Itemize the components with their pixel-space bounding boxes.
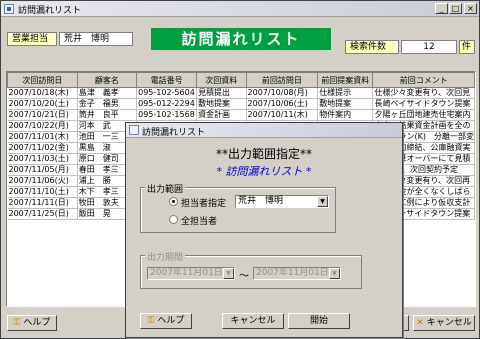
table-cell: 2007/11/02(金) (7, 142, 78, 154)
col-customer[interactable]: 顧客名 (76, 72, 138, 88)
table-cell: 2007/11/01(木) (7, 131, 78, 143)
table-cell: 2007/10/11(木) (246, 109, 319, 121)
rep-select-value: 荒井 博明 (238, 196, 284, 206)
table-cell: 095-102-1568 (136, 109, 198, 121)
output-range-dialog: 訪問漏れリスト **出力範囲指定** * 訪問漏れリスト * 出力範囲 担当者指… (125, 122, 403, 338)
output-range-group: 出力範囲 担当者指定 荒井 博明 ▼ 全担当者 (140, 182, 336, 233)
key-icon: ⚿ (147, 316, 155, 326)
date-separator: 〜 (239, 271, 249, 282)
start-label: 開始 (309, 316, 328, 326)
table-cell: 見積提出 (196, 87, 247, 99)
rep-name: 荒井 博明 (59, 32, 133, 46)
table-cell: 2007/10/21(日) (7, 109, 78, 121)
table-cell: 仕様提示 (317, 87, 374, 99)
count-label: 検索件数 (345, 40, 399, 54)
table-cell: 敷地提案 (317, 98, 374, 110)
table-cell: 2007/10/18(木) (7, 87, 78, 99)
table-cell: 長崎ベイサイドタウン提案 (372, 98, 475, 110)
table-cell: 095-012-2294 (136, 98, 198, 110)
start-button[interactable]: 開始 (288, 313, 350, 329)
col-prev-comment[interactable]: 前回コメント (372, 72, 475, 88)
app-icon (4, 4, 14, 14)
col-next-doc[interactable]: 次回資料 (196, 72, 247, 88)
dialog-heading: **出力範囲指定** (215, 147, 312, 161)
date-from-value: 2007年11月01日 (150, 268, 223, 278)
radio-rep[interactable] (169, 197, 178, 206)
col-prev-visit[interactable]: 前回訪問日 (245, 72, 319, 88)
dialog-cancel-label: キャンセル (230, 316, 276, 326)
table-cell: 2007/11/06(火) (7, 175, 78, 187)
chevron-down-icon[interactable]: ▼ (317, 196, 328, 207)
table-cell: 2007/11/11(日) (7, 197, 78, 209)
table-cell: 2007/11/03(土) (7, 153, 78, 165)
close-button[interactable]: × (464, 3, 477, 14)
help-button[interactable]: ⚿ ヘルプ (7, 315, 57, 331)
radio-all[interactable] (169, 215, 178, 224)
table-cell: 筒井 良平 (77, 109, 138, 121)
table-cell: 2007/11/25(日) (7, 208, 78, 220)
dialog-help-button[interactable]: ⚿ ヘルプ (140, 313, 192, 329)
minimize-button[interactable]: _ (435, 3, 448, 14)
table-cell: 仕様少々変更有り、次回見 (372, 87, 475, 99)
table-cell: 島津 義孝 (77, 87, 138, 99)
output-period-group: 出力期間 2007年11月01日 ▼ 〜 2007年11月01日 ▼ (140, 250, 362, 289)
rep-label: 営業担当 (7, 32, 57, 46)
dialog-title: 訪問漏れリスト (142, 128, 206, 138)
dialog-subheading: * 訪問漏れリスト * (216, 165, 312, 178)
window-title: 訪問漏れリスト (18, 6, 82, 16)
radio-rep-label: 担当者指定 (181, 199, 227, 209)
table-row[interactable]: 2007/10/20(土) 金子 福男 095-012-2294 敷地提案 2007/1… (7, 98, 475, 110)
table-cell: 敷地提案 (196, 98, 247, 110)
page-title-banner: 訪問漏れリスト (151, 28, 331, 50)
col-prev-doc[interactable]: 前回提案資料 (317, 72, 374, 88)
table-row[interactable]: 2007/10/18(木) 島津 義孝 095-102-5604 見積提出 2007/1… (7, 87, 475, 99)
col-next-visit[interactable]: 次回訪問日 (7, 72, 78, 88)
close-icon: ✕ (416, 318, 424, 328)
col-phone[interactable]: 電話番号 (136, 72, 198, 88)
date-from-select[interactable]: 2007年11月01日 ▼ (147, 267, 235, 280)
table-cell: 2007/10/08(月) (246, 87, 319, 99)
table-cell: 物件案内 (317, 109, 374, 121)
count-unit: 件 (459, 40, 475, 54)
dialog-icon (129, 125, 139, 135)
dialog-help-label: ヘルプ (157, 316, 185, 326)
count-value: 12 (401, 40, 457, 54)
dialog-cancel-button[interactable]: キャンセル (222, 313, 284, 329)
table-cell: 095-102-5604 (136, 87, 198, 99)
maximize-button[interactable]: □ (449, 3, 462, 14)
table-cell: 夕陽ヶ丘団地建売住宅案内 (372, 109, 475, 121)
table-cell: 2007/10/22(月) (7, 120, 78, 132)
table-cell: 2007/10/06(土) (246, 98, 319, 110)
key-icon: ⚿ (13, 318, 21, 328)
table-header-row: 次回訪問日 顧客名 電話番号 次回資料 前回訪問日 前回提案資料 前回コメント (7, 72, 475, 88)
table-cell: 資金計画 (196, 109, 247, 121)
table-cell: 2007/11/05(月) (7, 164, 78, 176)
table-cell: 2007/11/10(土) (7, 186, 78, 198)
table-row[interactable]: 2007/10/21(日) 筒井 良平 095-102-1568 資金計画 2007/1… (7, 109, 475, 121)
date-to-select[interactable]: 2007年11月01日 ▼ (253, 267, 341, 280)
radio-all-label: 全担当者 (181, 217, 218, 227)
cancel-button[interactable]: ✕ キャンセル (413, 315, 475, 331)
cancel-label: キャンセル (426, 318, 472, 328)
table-cell: 2007/10/20(土) (7, 98, 78, 110)
chevron-down-icon[interactable]: ▼ (329, 268, 340, 279)
title-bar[interactable]: 訪問漏れリスト _ □ × (1, 1, 479, 17)
help-label: ヘルプ (23, 318, 51, 328)
dialog-title-bar[interactable]: 訪問漏れリスト (126, 123, 402, 138)
output-period-label: 出力期間 (145, 250, 186, 263)
output-range-label: 出力範囲 (145, 182, 186, 195)
table-cell: 金子 福男 (77, 98, 138, 110)
chevron-down-icon[interactable]: ▼ (223, 268, 234, 279)
rep-select[interactable]: 荒井 博明 ▼ (235, 195, 329, 208)
date-to-value: 2007年11月01日 (256, 268, 329, 278)
